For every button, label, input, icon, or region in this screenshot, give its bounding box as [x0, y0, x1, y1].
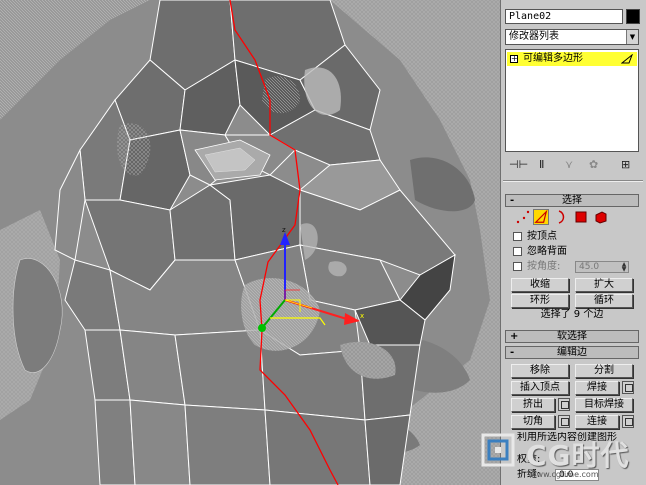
grow-button[interactable]: 扩大: [575, 278, 633, 292]
svg-text:z: z: [282, 226, 286, 234]
polygon-icon[interactable]: [573, 209, 589, 225]
expand-sign: +: [510, 331, 519, 342]
weld-settings-icon[interactable]: [622, 381, 634, 394]
svg-text:x: x: [360, 312, 364, 320]
selection-status: 选择了 9 个边: [540, 309, 604, 320]
split-button[interactable]: 分割: [575, 364, 633, 378]
checkbox-label: 按角度:: [527, 261, 561, 272]
watermark-url: www.cgtime.com: [530, 470, 599, 479]
object-name-input[interactable]: Plane02: [505, 9, 623, 24]
angle-spinner[interactable]: 45.0 ▲ ▼: [575, 261, 629, 273]
edge-icon[interactable]: [533, 209, 549, 225]
by-vertex-checkbox[interactable]: 按顶点: [513, 231, 633, 243]
make-unique-icon[interactable]: ⋎: [565, 158, 573, 171]
extrude-button[interactable]: 挤出: [511, 398, 555, 412]
rollout-title: 软选择: [557, 331, 587, 342]
subobject-level-icons: [511, 209, 636, 225]
command-panel: Plane02 修改器列表 ▼ + 可编辑多边形 ⊣⊢ Ⅱ ⋎ ✿ ⊞ - 选择: [500, 0, 646, 485]
spinner-arrows-icon[interactable]: ▲ ▼: [620, 262, 628, 273]
collapse-sign: -: [510, 195, 515, 206]
edge-subobject-icon: [621, 54, 633, 64]
ring-button[interactable]: 环形: [511, 294, 569, 308]
connect-button[interactable]: 连接: [575, 415, 619, 429]
watermark: CG时代 www.cgtime.com: [470, 428, 646, 485]
checkbox-label: 按顶点: [527, 231, 557, 242]
remove-button[interactable]: 移除: [511, 364, 569, 378]
connect-settings-icon[interactable]: [622, 415, 634, 428]
target-weld-button[interactable]: 目标焊接: [575, 398, 633, 412]
checkbox-box[interactable]: [513, 262, 522, 271]
checkbox-box[interactable]: [513, 232, 522, 241]
element-icon[interactable]: [593, 209, 609, 225]
ignore-backfacing-checkbox[interactable]: 忽略背面: [513, 246, 633, 258]
stack-toolbar: ⊣⊢ Ⅱ ⋎ ✿ ⊞: [505, 156, 639, 174]
modifier-list-label: 修改器列表: [509, 31, 559, 42]
configure-sets-icon[interactable]: ⊞: [621, 158, 630, 171]
rollout-title: 编辑边: [557, 347, 587, 358]
stack-item-label: 可编辑多边形: [523, 53, 583, 64]
divider: [503, 180, 643, 182]
collapse-sign: -: [510, 347, 515, 358]
chamfer-button[interactable]: 切角: [511, 415, 555, 429]
watermark-text: CG时代: [526, 439, 630, 472]
vertex-icon[interactable]: [515, 209, 531, 225]
modifier-stack[interactable]: + 可编辑多边形: [505, 49, 639, 152]
show-end-result-icon[interactable]: Ⅱ: [539, 158, 544, 171]
rollout-soft-selection-header[interactable]: + 软选择: [505, 330, 639, 343]
modifier-list-dropdown[interactable]: 修改器列表 ▼: [505, 29, 639, 45]
by-angle-checkbox[interactable]: 按角度: 45.0 ▲ ▼: [513, 261, 633, 273]
cg-logo-icon: [481, 433, 515, 467]
head-mesh-wireframe: z x: [0, 0, 500, 485]
extrude-settings-icon[interactable]: [558, 398, 570, 411]
shrink-button[interactable]: 收缩: [511, 278, 569, 292]
pin-stack-icon[interactable]: ⊣⊢: [509, 158, 528, 171]
perspective-viewport[interactable]: z x: [0, 0, 500, 485]
rollout-selection-header[interactable]: - 选择: [505, 194, 639, 207]
chamfer-settings-icon[interactable]: [558, 415, 570, 428]
checkbox-box[interactable]: [513, 247, 522, 256]
checkbox-label: 忽略背面: [527, 246, 567, 257]
border-icon[interactable]: [553, 209, 569, 225]
remove-modifier-icon[interactable]: ✿: [589, 158, 598, 171]
weld-button[interactable]: 焊接: [575, 381, 619, 395]
chevron-down-icon[interactable]: ▼: [626, 30, 638, 44]
stack-item-editable-poly[interactable]: + 可编辑多边形: [507, 52, 637, 66]
object-color-swatch[interactable]: [626, 9, 640, 24]
rollout-edit-edges-header[interactable]: - 编辑边: [505, 346, 639, 359]
rollout-title: 选择: [562, 195, 582, 206]
insert-vertex-button[interactable]: 插入顶点: [511, 381, 569, 395]
angle-value: 45.0: [579, 262, 600, 272]
expand-toggle[interactable]: +: [510, 55, 518, 63]
loop-button[interactable]: 循环: [575, 294, 633, 308]
